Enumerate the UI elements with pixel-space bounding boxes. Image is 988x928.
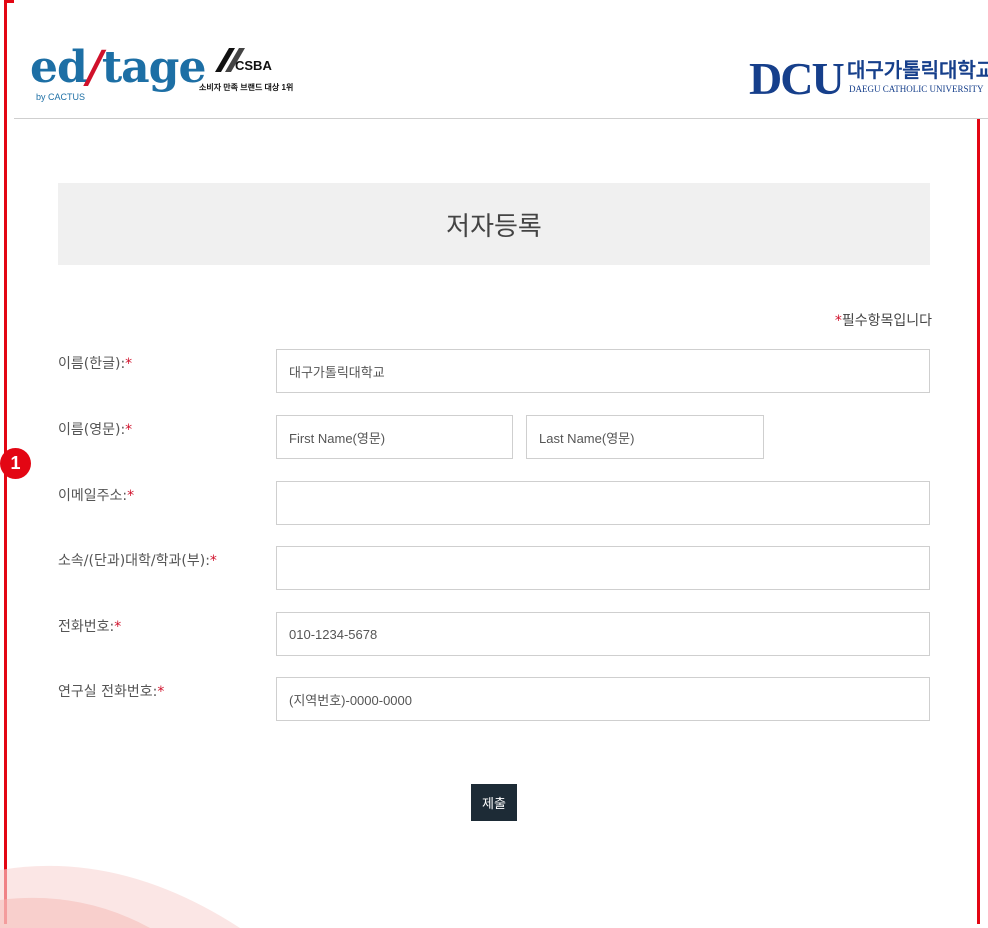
lab-phone-label: 연구실 전화번호:* [58, 684, 165, 700]
name-english-label: 이름(영문):* [58, 422, 133, 438]
editage-logo-subtitle: by CACTUS [36, 92, 86, 102]
csba-caption: 소비자 만족 브랜드 대상 1위 [199, 83, 294, 92]
required-note: *필수항목입니다 [834, 313, 932, 329]
dcu-name: 대구가톨릭대학교 [847, 60, 988, 82]
page-title-bar: 저자등록 [58, 183, 930, 265]
phone-input[interactable]: 010-1234-5678 [276, 612, 930, 656]
dcu-mark: DCU [749, 53, 845, 104]
header: ed/tage by CACTUS CSBA 소비자 만족 브랜드 대상 1위 … [14, 0, 988, 119]
page-title: 저자등록 [446, 211, 542, 242]
dcu-english-name: DAEGU CATHOLIC UNIVERSITY [849, 84, 984, 94]
lab-phone-input[interactable]: (지역번호)-0000-0000 [276, 677, 930, 721]
first-name-input[interactable]: First Name(영문) [276, 415, 513, 459]
email-input[interactable] [276, 481, 930, 525]
phone-label: 전화번호:* [58, 619, 122, 635]
csba-mark: CSBA [235, 58, 272, 73]
annotation-badge: 1 [0, 448, 31, 479]
last-name-input[interactable]: Last Name(영문) [526, 415, 764, 459]
email-label: 이메일주소:* [58, 488, 135, 504]
name-korean-label: 이름(한글):* [58, 356, 133, 372]
csba-badge: CSBA 소비자 만족 브랜드 대상 1위 [199, 44, 299, 96]
affiliation-label: 소속/(단과)대학/학과(부):* [58, 553, 217, 569]
submit-button[interactable]: 제출 [471, 784, 517, 821]
name-korean-input[interactable]: 대구가톨릭대학교 [276, 349, 930, 393]
affiliation-input[interactable] [276, 546, 930, 590]
editage-logo[interactable]: ed/tage [30, 46, 206, 90]
